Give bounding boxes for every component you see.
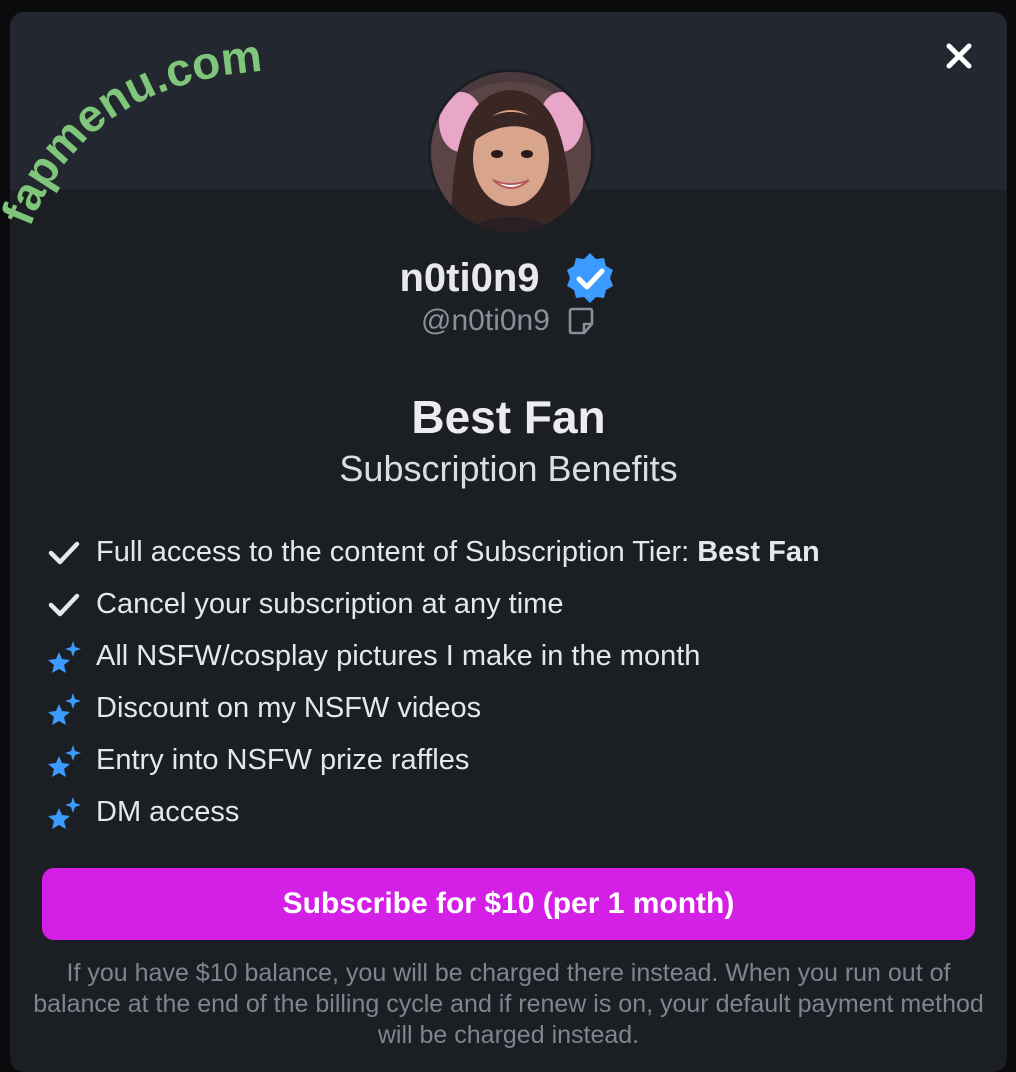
username-handle: @n0ti0n9 bbox=[421, 304, 550, 337]
display-name: n0ti0n9 bbox=[399, 255, 540, 300]
benefit-bold-text: Best Fan bbox=[697, 535, 820, 568]
tier-name: Best Fan bbox=[411, 391, 606, 443]
sparkle-stars-icon bbox=[48, 693, 81, 725]
note-icon[interactable] bbox=[566, 306, 596, 336]
benefit-item: Entry into NSFW prize raffles bbox=[46, 734, 820, 786]
checkmark-icon bbox=[48, 541, 80, 565]
benefit-text: Full access to the content of Subscripti… bbox=[96, 535, 690, 568]
sparkle-stars-icon bbox=[48, 641, 81, 673]
name-row: n0ti0n9 bbox=[10, 250, 1007, 306]
avatar-portrait-image bbox=[431, 72, 591, 232]
benefit-item: Full access to the content of Subscripti… bbox=[46, 526, 820, 578]
close-icon[interactable] bbox=[945, 42, 973, 70]
avatar[interactable] bbox=[428, 69, 594, 235]
subscribe-button[interactable]: Subscribe for $10 (per 1 month) bbox=[42, 868, 975, 940]
benefit-text: Cancel your subscription at any time bbox=[96, 587, 564, 620]
sparkle-stars-icon bbox=[48, 745, 81, 777]
verified-badge-icon bbox=[566, 253, 613, 303]
benefits-list: Full access to the content of Subscripti… bbox=[46, 526, 820, 838]
benefit-item: Discount on my NSFW videos bbox=[46, 682, 820, 734]
benefit-item: All NSFW/cosplay pictures I make in the … bbox=[46, 630, 820, 682]
checkmark-icon bbox=[48, 593, 80, 617]
billing-notice: If you have $10 balance, you will be cha… bbox=[33, 959, 984, 1049]
handle-row: @n0ti0n9 bbox=[10, 304, 1007, 338]
benefit-text: Entry into NSFW prize raffles bbox=[96, 743, 470, 776]
benefit-item: DM access bbox=[46, 786, 820, 838]
sparkle-stars-icon bbox=[48, 797, 81, 829]
benefit-text: Discount on my NSFW videos bbox=[96, 691, 482, 724]
benefit-text: DM access bbox=[96, 795, 240, 828]
benefit-item: Cancel your subscription at any time bbox=[46, 578, 820, 630]
tier-subtitle: Subscription Benefits bbox=[339, 448, 678, 489]
subscription-modal: n0ti0n9 @n0ti0n9 Best Fan Subscription B… bbox=[10, 12, 1007, 1072]
benefit-text: All NSFW/cosplay pictures I make in the … bbox=[96, 639, 701, 672]
